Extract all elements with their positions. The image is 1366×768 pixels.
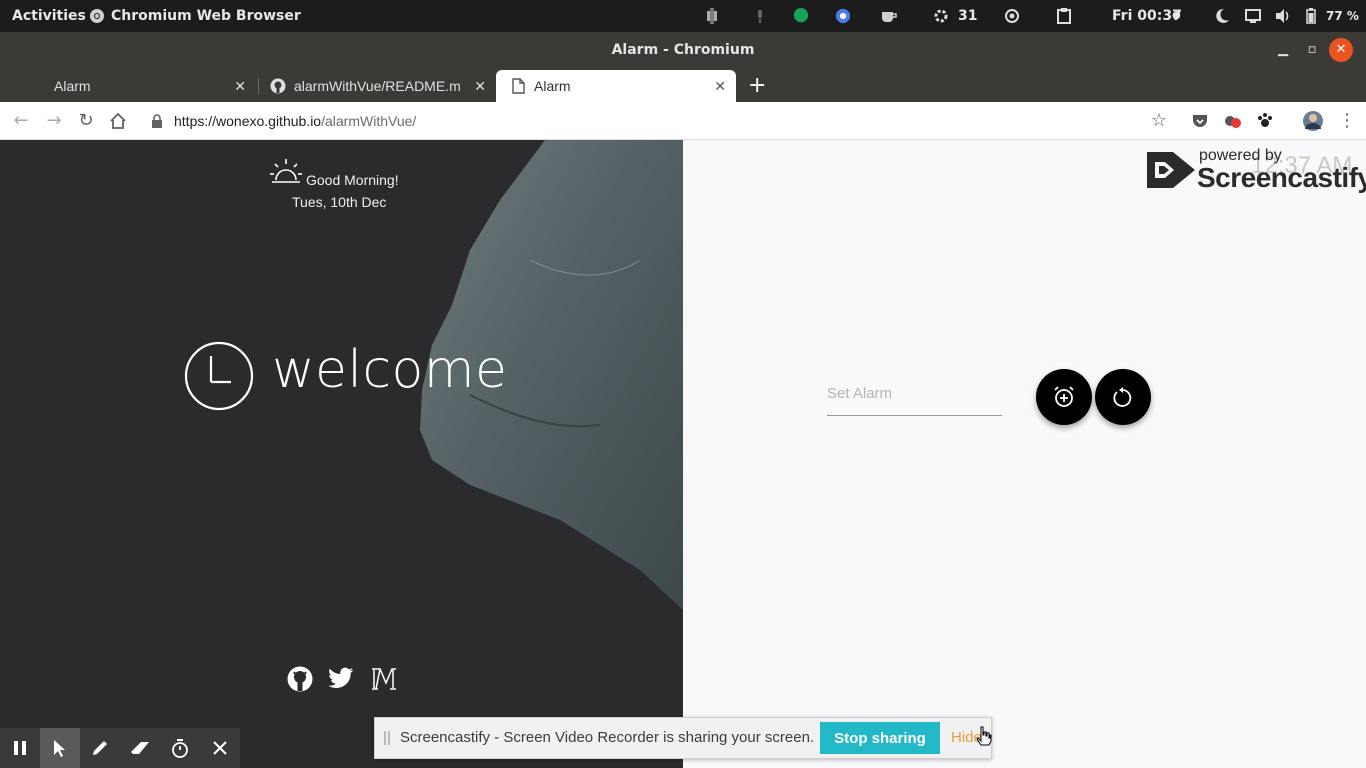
reload-button[interactable]: ↻ [75,110,97,132]
github-icon [270,78,286,94]
back-button[interactable]: ← [10,110,32,132]
tab-close-icon[interactable]: ✕ [714,70,726,102]
screencastify-brand: Screencastify [1197,162,1366,193]
activities-button[interactable]: Activities [12,0,86,32]
address-bar[interactable]: https://wonexo.github.io/alarmWithVue/ [174,102,416,140]
maximize-button[interactable]: ▫ [1300,38,1324,62]
tab-label: Alarm [54,78,91,94]
forward-button[interactable]: → [43,110,65,132]
screen-sharing-notification: Screencastify - Screen Video Recorder is… [374,717,992,759]
pause-icon [14,741,26,755]
close-toolbar-button[interactable] [200,728,240,768]
timer-button[interactable] [160,728,200,768]
app-menu[interactable]: Chromium Web Browser [111,0,301,32]
pen-icon [93,741,107,755]
window-title-bar: Alarm - Chromium ▁ ▫ ✕ [0,32,1366,68]
profile-avatar[interactable] [1302,110,1324,132]
sunrise-icon [270,159,302,183]
browser-menu-icon[interactable]: ⋮ [1336,110,1358,132]
page-content: Good Morning! Tues, 10th Dec welcome 12:… [0,140,1366,768]
greeting-text: Good Morning! [306,172,399,188]
alarm-panel: 12:37 AM powered by Screencastify [683,140,1366,768]
display-icon[interactable] [1245,8,1261,24]
eraser-tool-button[interactable] [120,728,160,768]
stop-sharing-button[interactable]: Stop sharing [820,722,940,754]
welcome-heading: welcome [272,340,508,400]
clock-icon [184,341,254,411]
pocket-icon[interactable] [1192,113,1208,129]
updates-count: 31 [958,8,978,24]
chromium-icon [90,9,104,23]
reset-alarm-button[interactable] [1095,369,1151,425]
cup-icon[interactable] [880,8,898,24]
tab-label: alarmWithVue/README.m [294,78,461,94]
reset-icon [1113,387,1132,407]
home-icon[interactable] [109,112,127,130]
set-alarm-input[interactable] [827,372,1002,416]
screencastify-extension-icon[interactable] [1224,113,1242,129]
tab-alarm-active[interactable]: Alarm ✕ [496,70,736,102]
sharing-message: Screencastify - Screen Video Recorder is… [400,729,815,746]
tab-github-readme[interactable]: alarmWithVue/README.m ✕ [256,70,496,102]
at-icon[interactable] [1004,8,1020,24]
tab-label: Alarm [534,78,571,94]
paw-extension-icon[interactable] [1256,112,1274,130]
battery-percent: 77 % [1326,9,1359,23]
minimize-button[interactable]: ▁ [1271,38,1295,62]
lock-icon[interactable] [151,114,163,128]
pen-tool-button[interactable] [80,728,120,768]
tab-close-icon[interactable]: ✕ [234,70,246,102]
tab-alarm-1[interactable]: Alarm ✕ [16,70,256,102]
notification-dot: ● [1172,10,1181,21]
annotation-toolbar [0,728,240,768]
cursor-icon [54,740,65,757]
page-icon [512,78,525,94]
microphone-icon[interactable] [752,8,768,24]
night-light-icon[interactable] [1214,8,1230,24]
clipboard-icon[interactable] [1057,8,1071,24]
new-tab-button[interactable]: + [748,72,766,100]
hero-panel: Good Morning! Tues, 10th Dec welcome [0,140,683,768]
github-icon[interactable] [287,666,313,692]
volume-icon[interactable] [1275,8,1291,24]
cursor-tool-button[interactable] [40,728,80,768]
screencastify-logo-icon [1147,152,1195,188]
hangouts-icon[interactable] [792,8,810,24]
add-alarm-button[interactable] [1036,369,1092,425]
chrome-app-icon[interactable] [834,8,852,24]
tab-strip: Alarm ✕ alarmWithVue/README.m ✕ Alarm ✕ … [0,68,1366,102]
battery-icon[interactable] [1306,8,1316,24]
hand-cursor-icon [976,726,992,746]
date-text: Tues, 10th Dec [292,194,387,210]
browser-toolbar: ← → ↻ https://wonexo.github.io/alarmWith… [0,102,1366,140]
alarm-add-icon [1054,386,1074,407]
medium-icon[interactable] [370,667,398,691]
updates-icon[interactable] [933,8,949,24]
extension-icon[interactable] [704,8,720,24]
tab-close-icon[interactable]: ✕ [474,70,486,102]
window-title: Alarm - Chromium [611,42,755,58]
twitter-icon[interactable] [328,667,354,689]
system-top-bar: Activities Chromium Web Browser 31 Fri 0… [0,0,1366,32]
close-window-button[interactable]: ✕ [1329,38,1353,62]
bookmark-star-icon[interactable]: ☆ [1148,110,1170,132]
drag-handle-icon[interactable] [384,731,390,745]
pause-recording-button[interactable] [0,728,40,768]
stopwatch-icon [172,739,188,758]
eraser-icon [131,742,149,754]
close-icon [213,741,227,755]
